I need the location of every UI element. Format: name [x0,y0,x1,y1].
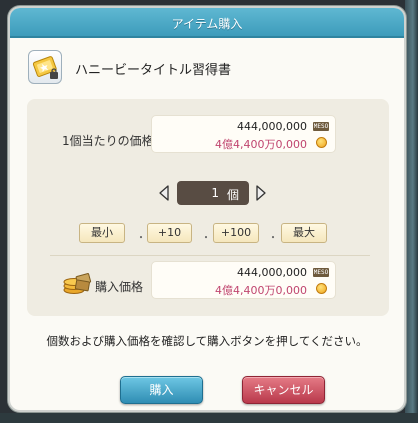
plus10-button[interactable]: +10 [147,223,192,243]
separator-dot: ・ [136,233,146,244]
total-price-label: 購入価格 [95,280,144,294]
quantity-unit: 個 [226,188,239,202]
cancel-button[interactable]: キャンセル [242,376,325,404]
total-price-amount: 444,000,000 [237,266,307,279]
separator-dot: ・ [201,233,211,244]
max-button[interactable]: 最大 [281,223,327,243]
background-strip [405,0,418,423]
unit-price-amount: 444,000,000 [237,120,307,133]
dialog-titlebar[interactable]: アイテム購入 [10,8,404,38]
buy-button[interactable]: 購入 [120,376,203,404]
meso-badge: MESO [313,122,329,131]
purchase-dialog: アイテム購入 ハニービータイトル習得書 1個当たりの価格 444,000,000… [8,6,406,412]
coin-icon [316,283,327,294]
unit-price-amount-jp: 4億4,400万0,000 [215,138,307,151]
increase-arrow-icon[interactable] [255,185,267,201]
unit-price-box: 444,000,000 MESO 4億4,400万0,000 [151,115,336,153]
item-name: ハニービータイトル習得書 [75,63,232,78]
quantity-value: 1 [211,186,219,200]
total-price-amount-jp: 4億4,400万0,000 [215,284,307,297]
min-button[interactable]: 最小 [79,223,125,243]
instruction-text: 個数および購入価格を確認して購入ボタンを押してください。 [46,334,368,348]
scroll-book-icon [28,50,62,84]
separator-dot: ・ [268,233,278,244]
quantity-field[interactable]: 1 個 [177,181,249,205]
item-row: ハニービータイトル習得書 [28,50,388,88]
meso-badge: MESO [313,268,329,277]
total-price-box: 444,000,000 MESO 4億4,400万0,000 [151,261,336,299]
panel-divider [50,255,370,256]
dialog-title: アイテム購入 [171,17,243,31]
unit-price-label: 1個当たりの価格 [62,134,154,148]
coin-icon [316,137,327,148]
plus100-button[interactable]: +100 [213,223,259,243]
coin-stack-icon [62,273,92,295]
decrease-arrow-icon[interactable] [158,185,170,201]
background-strip-bottom [0,413,418,423]
